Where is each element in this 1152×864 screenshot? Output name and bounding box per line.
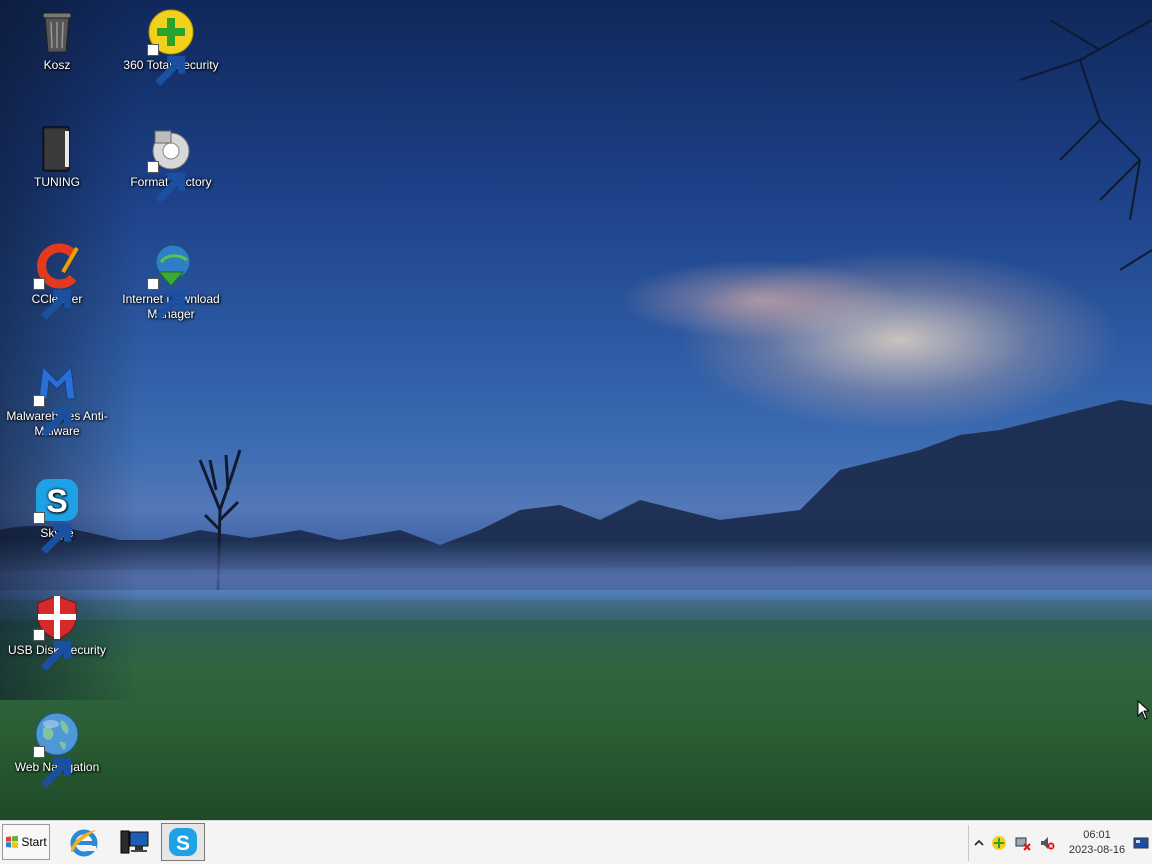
shortcut-arrow-icon <box>147 44 186 86</box>
desktop-icon-web-navigation[interactable]: Web Navigation <box>1 710 113 788</box>
shortcut-arrow-icon <box>33 629 72 671</box>
internet-explorer-icon <box>70 829 98 857</box>
chevron-up-icon[interactable] <box>971 835 987 851</box>
start-label: Start <box>21 835 47 849</box>
recycle-bin-icon <box>33 8 81 56</box>
360-total-security-tray-icon[interactable] <box>991 835 1007 851</box>
ccleaner-icon <box>33 242 81 320</box>
system-clock[interactable]: 06:01 2023-08-16 <box>1065 828 1129 858</box>
computer-icon <box>120 830 149 854</box>
taskbar-app-skype[interactable]: S <box>161 823 205 861</box>
svg-text:S: S <box>176 832 190 855</box>
shortcut-arrow-icon <box>147 278 186 320</box>
desktop-icon-skype[interactable]: S Skype <box>1 476 113 554</box>
desktop-icon-internet-download-manager[interactable]: Internet Download Manager <box>115 242 227 322</box>
desktop-icon-ccleaner[interactable]: CCleaner <box>1 242 113 320</box>
desktop-wallpaper <box>0 0 1152 820</box>
shortcut-arrow-icon <box>33 746 72 788</box>
desktop-icon-label: Kosz <box>43 58 71 72</box>
skype-icon: S <box>33 476 81 554</box>
shortcut-arrow-icon <box>33 512 72 554</box>
wallpaper-fog <box>0 540 1152 620</box>
desktop-icon-usb-disk-security[interactable]: USB Disk Security <box>1 593 113 671</box>
start-button[interactable]: Start <box>2 824 50 860</box>
malwarebytes-icon <box>33 359 81 437</box>
mouse-cursor-icon <box>1137 700 1149 720</box>
desktop-icon-tuning[interactable]: TUNING <box>1 125 113 190</box>
format-factory-icon <box>147 125 195 203</box>
idm-icon <box>147 242 195 320</box>
desktop-icon-format-factory[interactable]: Format Factory <box>115 125 227 203</box>
taskbar: Start S 06:01 2023-08-16 <box>0 820 1152 864</box>
wallpaper-branches <box>1019 19 1152 271</box>
taskbar-app-computer[interactable] <box>112 823 156 861</box>
desktop-icon-recycle-bin[interactable]: Kosz <box>1 8 113 73</box>
shortcut-arrow-icon <box>147 161 186 203</box>
desktop-icon-malwarebytes[interactable]: Malwarebytes Anti-Malware <box>1 359 113 439</box>
shortcut-arrow-icon <box>33 278 72 320</box>
network-disconnected-icon[interactable] <box>1015 835 1031 851</box>
system-tray: 06:01 2023-08-16 <box>968 825 1152 861</box>
360-total-security-icon <box>147 8 195 86</box>
taskbar-app-internet-explorer[interactable] <box>62 823 106 861</box>
shortcut-arrow-icon <box>33 395 72 437</box>
wallpaper-meadow <box>0 600 1152 820</box>
desktop-icon-label: TUNING <box>34 175 80 189</box>
clock-date: 2023-08-16 <box>1068 844 1126 856</box>
globe-icon <box>33 710 81 788</box>
usb-disk-security-icon <box>33 593 81 671</box>
windows-logo-icon <box>6 835 19 848</box>
desktop-icon-360-total-security[interactable]: 360 Total Security <box>115 8 227 86</box>
folder-icon <box>33 125 81 173</box>
clock-time: 06:01 <box>1083 829 1111 841</box>
skype-icon: S <box>169 828 197 856</box>
volume-muted-icon[interactable] <box>1039 835 1055 851</box>
show-desktop-icon[interactable] <box>1133 835 1149 851</box>
